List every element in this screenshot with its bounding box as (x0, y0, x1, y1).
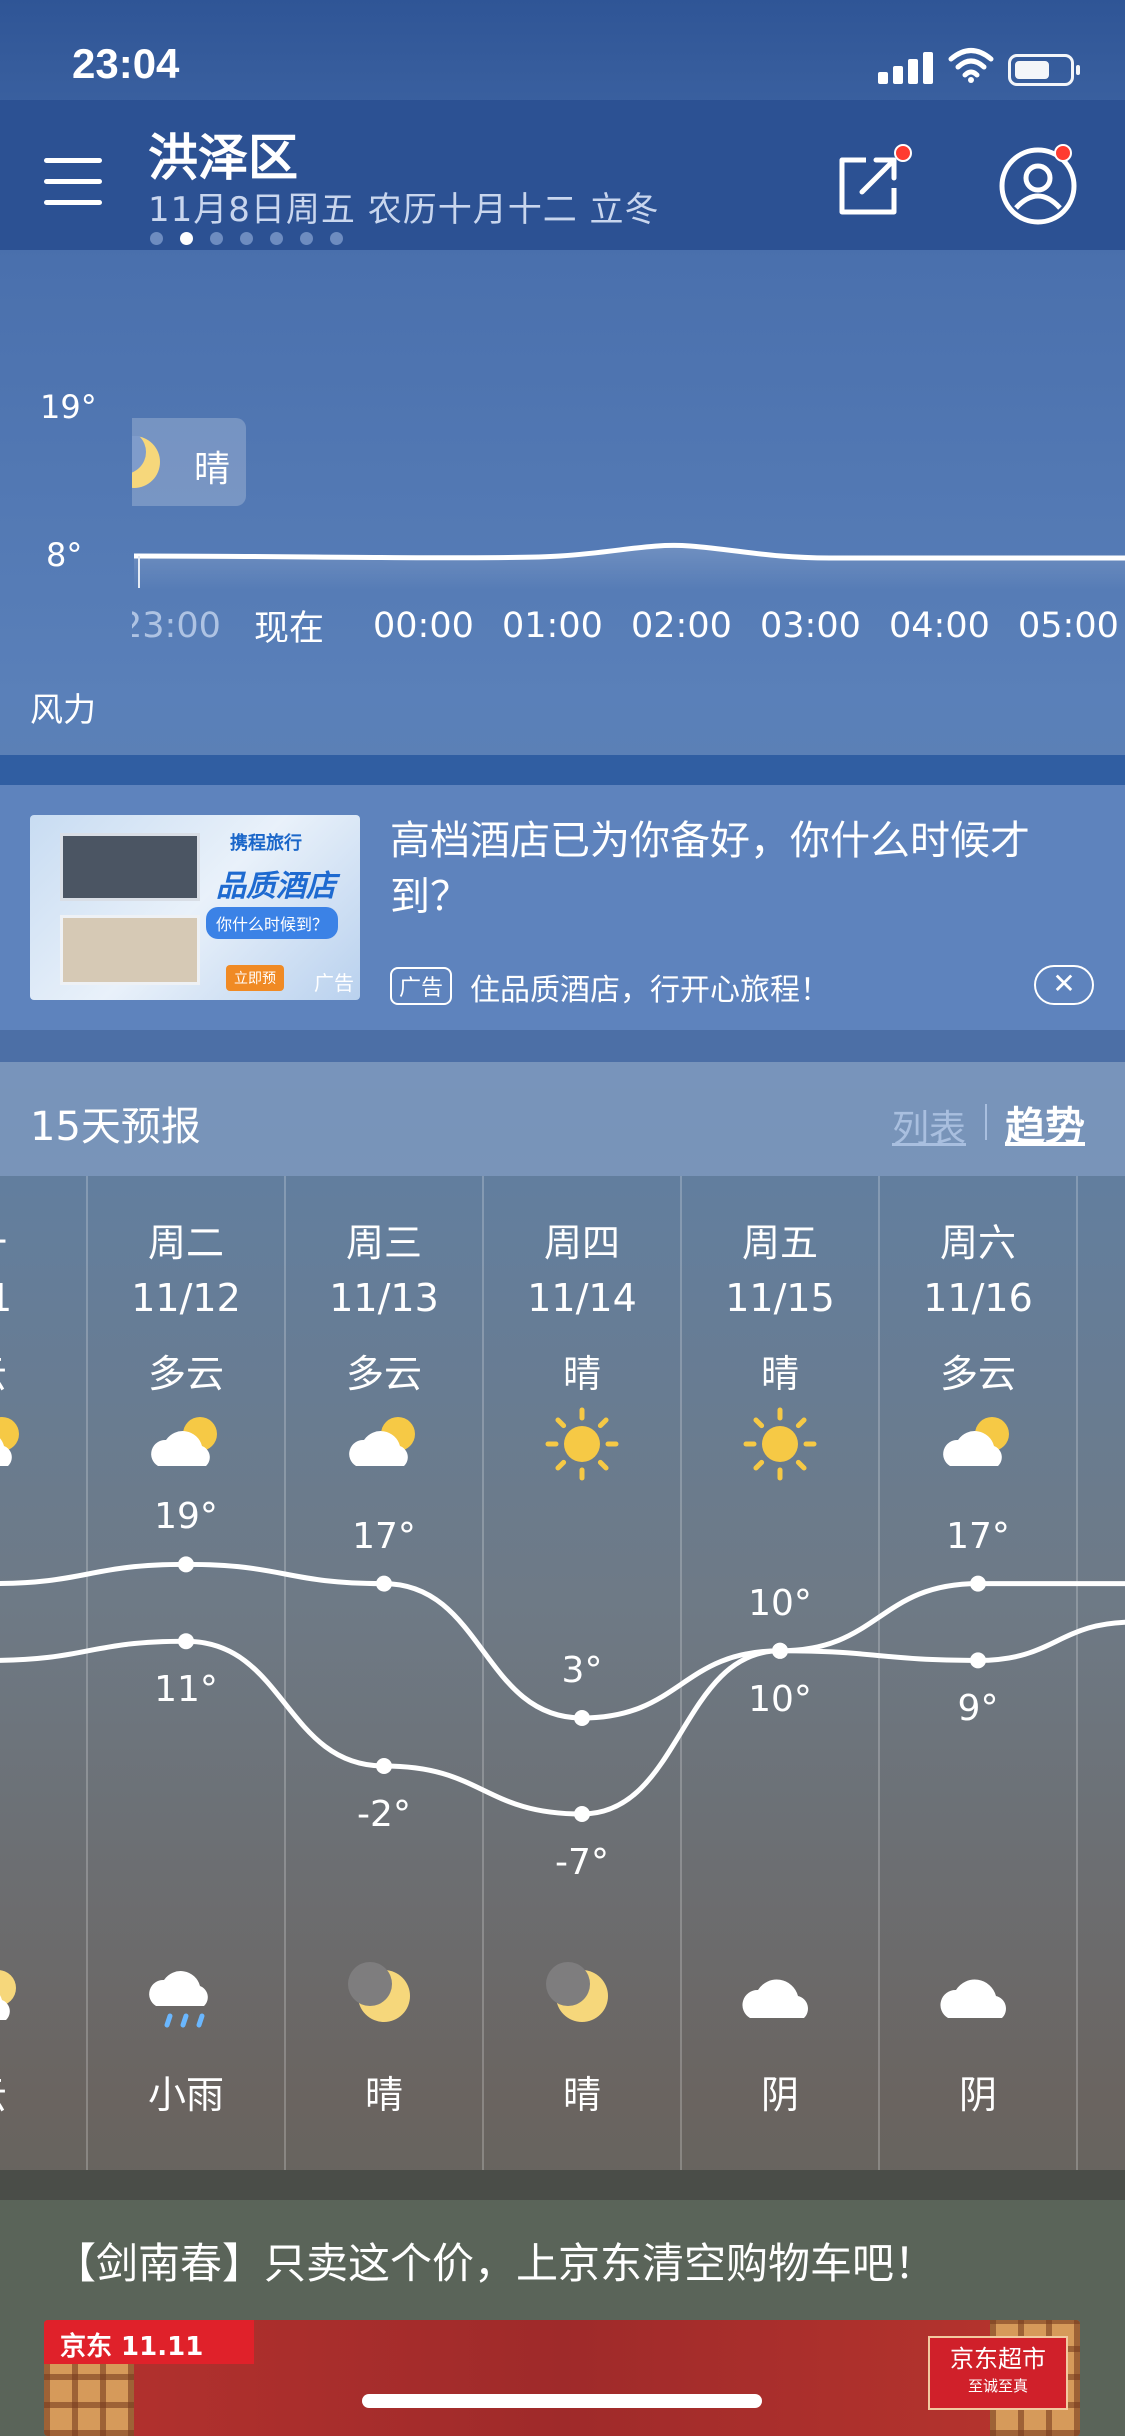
jd-supermarket-logo: 京东超市 至诚至真 (928, 2336, 1068, 2410)
moon-icon (132, 436, 160, 488)
low-temp-label: 10° (748, 1678, 812, 1720)
ad-title[interactable]: 高档酒店已为你备好，你什么时候才到？ (390, 813, 1090, 925)
column-divider (284, 1176, 286, 2170)
column-divider (482, 1176, 484, 2170)
low-temp-label: 11° (154, 1669, 218, 1711)
high-temp-point (178, 1556, 194, 1573)
forecast-header: 15天预报 列表 趋势 (0, 1062, 1125, 1176)
hour-tick: 04:00 (889, 606, 990, 646)
jd-supermarket-name: 京东超市 (950, 2345, 1046, 2373)
ad-image-question: 你什么时候到？ (206, 907, 339, 939)
hotel-facade-photo (60, 833, 200, 901)
tab-separator (985, 1104, 987, 1140)
forecast-grid[interactable]: 一 11 云 云周二 11/12 多云 小雨周三 11/13 多云 晴周四 11… (0, 1176, 1125, 2170)
ad-close-button[interactable]: ✕ (1034, 965, 1094, 1005)
low-temp-point (970, 1652, 986, 1669)
column-divider (680, 1176, 682, 2170)
high-temp-label: 19° (154, 1496, 218, 1538)
low-temp-point (772, 1642, 788, 1659)
section-divider (0, 755, 1125, 785)
hourly-forecast[interactable]: 19° 8° 晴 23:00 现在 00:00 01:00 02:00 03:0… (0, 0, 1125, 755)
low-temp-label: -7° (555, 1842, 609, 1883)
low-temp-point (376, 1758, 392, 1774)
hour-tick-now: 现在 (254, 609, 325, 649)
hour-tick: 03:00 (760, 606, 861, 646)
high-temp-label: 3° (561, 1650, 603, 1691)
column-divider (878, 1176, 880, 2170)
ad-image[interactable]: 携程旅行 品质酒店 你什么时候到？ 立即预 广告 (30, 815, 360, 1000)
section-divider (0, 2170, 1125, 2200)
high-temp-point (376, 1575, 392, 1592)
jd-supermarket-slogan: 至诚至真 (967, 2377, 1028, 2395)
section-divider (0, 1030, 1125, 1062)
wind-label: 风力 (30, 690, 96, 729)
home-indicator[interactable] (362, 2394, 762, 2408)
hour-tick: 01:00 (502, 606, 603, 646)
forecast-title: 15天预报 (30, 1104, 201, 1150)
high-temp-label: ° (0, 1564, 10, 1605)
high-temp-label: 10° (748, 1582, 812, 1624)
list-view-tab[interactable]: 列表 (892, 1098, 966, 1152)
ad-badge: 广告 (390, 967, 453, 1005)
high-temp-label: 17° (946, 1515, 1010, 1557)
high-temp-point (574, 1710, 590, 1726)
ad-image-tag: 广告 (314, 971, 354, 995)
column-divider (1076, 1176, 1078, 2170)
jd-logo: 京东 11.11 (44, 2320, 254, 2364)
low-temp-point (178, 1633, 194, 1650)
hour-tick: 02:00 (631, 606, 732, 646)
hotel-ad[interactable]: 携程旅行 品质酒店 你什么时候到？ 立即预 广告 高档酒店已为你备好，你什么时候… (0, 785, 1125, 1030)
high-temp-point (970, 1575, 986, 1592)
trend-view-tab[interactable]: 趋势 (1005, 1094, 1085, 1152)
low-temp-label: 9° (957, 1688, 999, 1730)
ad-image-cta: 立即预 (226, 965, 284, 991)
high-temp-label: 17° (352, 1515, 416, 1557)
weather-tag-label: 晴 (194, 449, 231, 490)
ad-subtitle: 住品质酒店，行开心旅程！ (470, 973, 830, 1008)
low-temp-point (574, 1806, 590, 1822)
hour-tick: 05:00 (1018, 606, 1119, 646)
hotel-room-photo (60, 915, 200, 985)
ad-image-headline: 品质酒店 (216, 869, 336, 904)
hour-tick: 00:00 (373, 606, 474, 646)
jd-ad-banner[interactable]: 京东 11.11 京东超市 至诚至真 (44, 2320, 1080, 2436)
jd-ad-title[interactable]: 【剑南春】只卖这个价，上京东清空购物车吧！ (54, 2230, 936, 2291)
hour-tick: 23:00 (120, 606, 221, 646)
ad-image-brand: 携程旅行 (230, 833, 302, 854)
column-divider (86, 1176, 88, 2170)
low-temp-label: -2° (357, 1794, 411, 1835)
